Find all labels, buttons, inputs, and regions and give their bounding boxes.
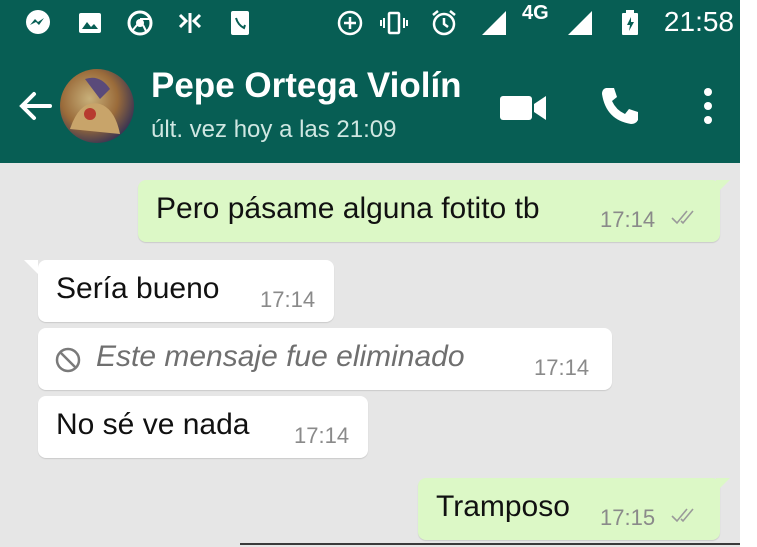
back-arrow-icon[interactable] bbox=[16, 86, 56, 126]
network-type-label: 4G bbox=[522, 2, 549, 24]
signal-icon bbox=[568, 11, 592, 35]
message-text: Tramposo bbox=[436, 490, 570, 523]
chat-header: Pepe Ortega Violín últ. vez hoy a las 21… bbox=[0, 46, 740, 163]
more-options-icon[interactable] bbox=[698, 84, 718, 128]
messenger-icon bbox=[26, 10, 50, 34]
message-bubble-incoming[interactable]: No sé ve nada 17:14 bbox=[38, 396, 368, 458]
message-text: No sé ve nada bbox=[56, 408, 250, 441]
app-icon bbox=[178, 13, 202, 33]
chrome-icon bbox=[127, 10, 153, 36]
message-bubble-incoming[interactable]: Sería bueno 17:14 bbox=[24, 260, 334, 322]
message-time: 17:14 bbox=[294, 423, 350, 448]
divider bbox=[240, 543, 740, 545]
bubble-tail bbox=[24, 260, 38, 274]
last-seen-status: últ. vez hoy a las 21:09 bbox=[151, 116, 397, 143]
message-time: 17:14 bbox=[600, 207, 656, 232]
message-time: 17:15 bbox=[600, 505, 656, 530]
chat-screen: 4G 21:58 Pepe Ortega Violín últ. vez hoy… bbox=[0, 0, 740, 547]
page-margin bbox=[740, 0, 757, 547]
signal-icon bbox=[482, 11, 506, 35]
double-check-icon bbox=[671, 508, 694, 523]
video-call-icon[interactable] bbox=[498, 90, 548, 126]
bubble-tail bbox=[716, 180, 730, 194]
message-text: Sería bueno bbox=[56, 272, 220, 305]
double-check-icon bbox=[671, 210, 694, 225]
phone-app-icon bbox=[231, 11, 249, 35]
message-bubble-outgoing[interactable]: Pero pásame alguna fotito tb 17:14 bbox=[138, 180, 730, 242]
alarm-icon bbox=[432, 10, 456, 36]
data-saver-icon bbox=[337, 10, 363, 36]
message-text: Pero pásame alguna fotito tb bbox=[156, 192, 540, 225]
voice-call-icon[interactable] bbox=[598, 84, 642, 128]
message-bubble-outgoing[interactable]: Tramposo 17:15 bbox=[418, 478, 730, 540]
message-time: 17:14 bbox=[534, 355, 590, 380]
contact-name[interactable]: Pepe Ortega Violín bbox=[151, 66, 462, 106]
battery-charging-icon bbox=[622, 10, 638, 35]
blocked-icon bbox=[55, 347, 81, 373]
status-bar-clock: 21:58 bbox=[663, 6, 734, 37]
status-bar: 4G 21:58 bbox=[0, 0, 740, 46]
contact-avatar[interactable] bbox=[60, 69, 134, 143]
message-time: 17:14 bbox=[260, 287, 316, 312]
gallery-icon bbox=[79, 13, 101, 33]
message-text: Este mensaje fue eliminado bbox=[96, 340, 465, 373]
bubble-tail bbox=[716, 478, 730, 492]
vibrate-icon bbox=[380, 11, 408, 35]
deleted-message-bubble[interactable]: Este mensaje fue eliminado 17:14 bbox=[38, 328, 612, 390]
avatar-image bbox=[70, 77, 120, 134]
